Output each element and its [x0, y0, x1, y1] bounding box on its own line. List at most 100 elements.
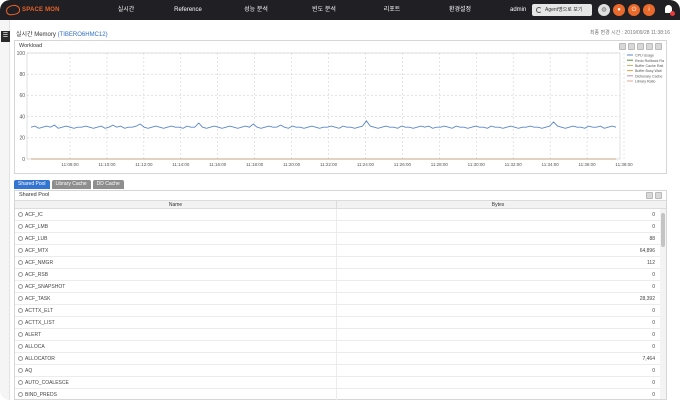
cell-name-text: AUTO_COALESCE — [25, 379, 69, 386]
row-expand-icon[interactable] — [18, 247, 23, 253]
table-row[interactable]: AQ 0 — [15, 364, 660, 377]
cell-name: ACF_LMB — [15, 220, 337, 233]
cell-name: ALLOCATOR — [15, 352, 337, 365]
row-expand-icon[interactable] — [18, 331, 23, 337]
breadcrumb-page: 실시간 Memory — [16, 32, 56, 38]
x-tick-label: 11:22:00 — [320, 162, 338, 167]
row-expand-icon[interactable] — [18, 259, 23, 265]
x-tick-label: 11:30:00 — [468, 162, 486, 167]
y-tick-label: 0 — [22, 157, 25, 163]
table-row[interactable]: ACF_SNAPSHOT 0 — [15, 280, 660, 293]
table-row[interactable]: ACF_RSB 0 — [15, 268, 660, 281]
tab-shared-pool[interactable]: Shared Pool — [14, 180, 50, 189]
y-tick-label: 100 — [17, 51, 26, 57]
user-name[interactable]: admin — [510, 0, 526, 20]
table-row[interactable]: ACF_TASK 28,392 — [15, 292, 660, 305]
table-row[interactable]: BIND_PREDS 0 — [15, 388, 660, 400]
info-icon: i — [648, 7, 650, 13]
workload-panel: Workload 0 20 40 60 80 100 11:08:00 11:10:00 11:… — [14, 40, 667, 174]
cell-name-text: ACF_MTX — [25, 247, 49, 254]
table-row[interactable]: ALERT 0 — [15, 328, 660, 341]
close-icon[interactable] — [655, 192, 662, 199]
shared-pool-title: Shared Pool — [19, 192, 50, 198]
user-profile-button[interactable]: ● — [613, 4, 625, 16]
breadcrumb-instance[interactable]: (TIBERO6HMC12) — [58, 32, 108, 38]
refresh-icon — [536, 7, 542, 13]
row-expand-icon[interactable] — [18, 295, 23, 301]
x-tick-label: 11:16:00 — [209, 162, 227, 167]
column-header-bytes[interactable]: Bytes — [337, 201, 659, 208]
main-menu: 실시간 Reference 성능 분석 빈도 분석 리포트 환경설정 — [98, 0, 494, 20]
sidebar-toggle-button[interactable]: ☰ — [1, 31, 10, 42]
shared-pool-toolbar — [644, 192, 662, 199]
legend-label: Buffer Busy Wait — [635, 69, 662, 73]
menu-reference[interactable]: Reference — [154, 0, 222, 20]
cell-bytes: 0 — [652, 379, 655, 386]
info-button[interactable]: i — [643, 4, 655, 16]
table-row[interactable]: ACF_IC 0 — [15, 208, 660, 221]
row-expand-icon[interactable] — [18, 391, 23, 397]
table-row[interactable]: ACF_MTX 64,896 — [15, 244, 660, 257]
cell-bytes: 28,392 — [639, 295, 655, 302]
table-row[interactable]: ACF_LUB 88 — [15, 232, 660, 245]
cell-name-text: ACF_SNAPSHOT — [25, 283, 66, 290]
table-row[interactable]: ACF_LMB 0 — [15, 220, 660, 233]
cell-name-text: ACF_RSB — [25, 271, 49, 278]
x-tick-label: 11:20:00 — [283, 162, 301, 167]
row-expand-icon[interactable] — [18, 355, 23, 361]
row-expand-icon[interactable] — [18, 367, 23, 373]
agent-name-view-button[interactable]: Agent명으로 보기 — [532, 4, 592, 16]
menu-settings[interactable]: 환경설정 — [426, 0, 494, 20]
tab-dd-cache[interactable]: DD Cache — [92, 180, 124, 189]
cell-bytes: 0 — [652, 331, 655, 338]
logo[interactable]: SPACE MON — [5, 3, 60, 17]
cell-name-text: AQ — [25, 367, 33, 374]
table-row[interactable]: ACF_NMGR 112 — [15, 256, 660, 269]
table-row[interactable]: ALLOCATOR 7,464 — [15, 352, 660, 365]
table-row[interactable]: AUTO_COALESCE 0 — [15, 376, 660, 389]
cell-name: ALERT — [15, 328, 337, 341]
tab-library-cache[interactable]: Library Cache — [51, 180, 91, 189]
row-expand-icon[interactable] — [18, 271, 23, 277]
plot-area — [26, 52, 621, 160]
row-expand-icon[interactable] — [18, 343, 23, 349]
row-expand-icon[interactable] — [18, 319, 23, 325]
memory-tabs: Shared Pool Library Cache DD Cache — [14, 180, 126, 189]
cell-bytes: 0 — [652, 211, 655, 218]
notification-button[interactable] — [663, 4, 675, 16]
table-row[interactable]: ALLOCA 0 — [15, 340, 660, 353]
y-tick-label: 20 — [19, 136, 25, 142]
table-row[interactable]: ACTTX_ELT 0 — [15, 304, 660, 317]
row-expand-icon[interactable] — [18, 283, 23, 289]
power-button[interactable]: ⏻ — [628, 4, 640, 16]
row-expand-icon[interactable] — [18, 307, 23, 313]
cell-bytes: 0 — [652, 271, 655, 278]
cell-name: ACF_IC — [15, 208, 337, 221]
menu-performance-analysis[interactable]: 성능 분석 — [222, 0, 290, 20]
export-icon[interactable] — [646, 192, 653, 199]
menu-report[interactable]: 리포트 — [358, 0, 426, 20]
x-tick-label: 11:12:00 — [135, 162, 153, 167]
cell-bytes: 112 — [647, 259, 655, 266]
cell-bytes: 0 — [652, 283, 655, 290]
row-expand-icon[interactable] — [18, 211, 23, 217]
cell-name: ACF_LUB — [15, 232, 337, 245]
row-expand-icon[interactable] — [18, 235, 23, 241]
cell-name: ACF_TASK — [15, 292, 337, 305]
table-row[interactable]: ACTTX_LIST 0 — [15, 316, 660, 329]
column-header-name[interactable]: Name — [15, 201, 337, 208]
cell-bytes: 0 — [652, 391, 655, 398]
globe-button[interactable]: ◍ — [598, 4, 610, 16]
table-scrollbar-thumb[interactable] — [661, 213, 665, 247]
menu-realtime[interactable]: 실시간 — [98, 0, 154, 20]
legend-label: CPU Usage — [635, 54, 654, 58]
menu-frequency-analysis[interactable]: 빈도 분석 — [290, 0, 358, 20]
table-scrollbar[interactable] — [660, 209, 666, 399]
row-expand-icon[interactable] — [18, 223, 23, 229]
shared-pool-panel: Shared Pool Name Bytes ACF_IC 0 ACF_LMB 0 AC… — [14, 190, 667, 400]
cell-name: ALLOCA — [15, 340, 337, 353]
cell-name-text: ACF_NMGR — [25, 259, 54, 266]
cell-name-text: ACTTX_ELT — [25, 307, 53, 314]
row-expand-icon[interactable] — [18, 379, 23, 385]
cell-name-text: ACF_IC — [25, 211, 43, 218]
